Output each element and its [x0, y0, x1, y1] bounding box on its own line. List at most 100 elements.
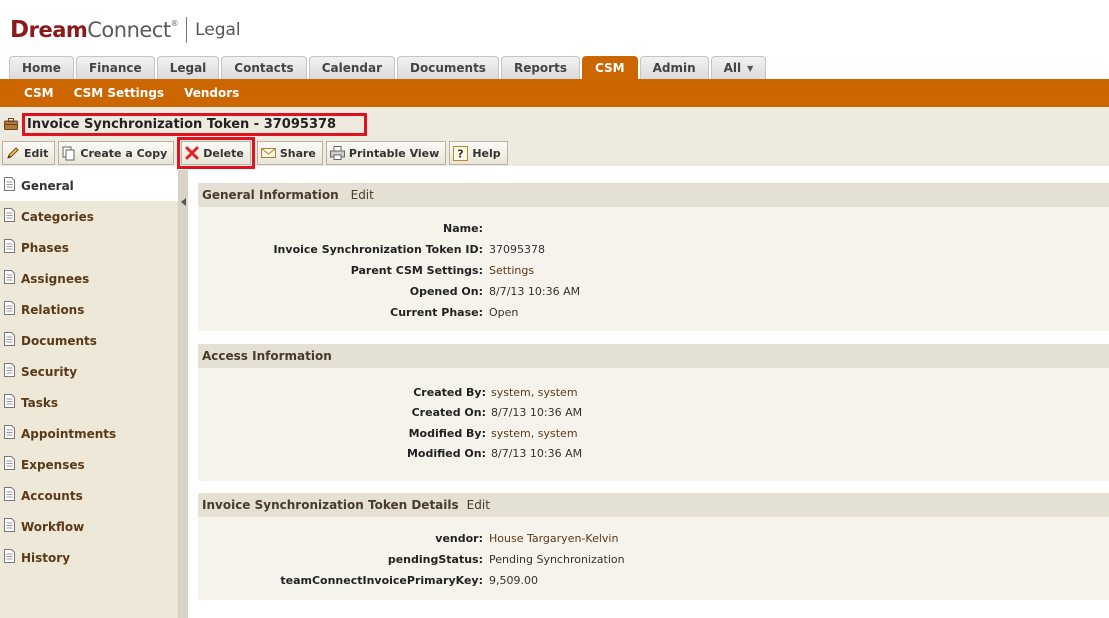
document-icon: [4, 456, 15, 473]
section-header: Access Information: [198, 344, 1109, 368]
field-value: Open: [489, 306, 519, 319]
sidebar-item-workflow[interactable]: Workflow: [0, 511, 178, 542]
logo-product-name: Legal: [195, 20, 241, 40]
delete-x-icon: [185, 146, 199, 160]
printable-view-button[interactable]: Printable View: [325, 141, 447, 165]
sidebar-item-security[interactable]: Security: [0, 356, 178, 387]
created-by-link[interactable]: system, system: [491, 386, 578, 399]
printer-icon: [329, 146, 345, 160]
document-icon: [4, 270, 15, 287]
chevron-down-icon: ▼: [747, 63, 754, 73]
help-icon: ?: [453, 145, 469, 161]
field-label: Name:: [443, 222, 483, 235]
document-icon: [4, 301, 15, 318]
field-value: 8/7/13 10:36 AM: [491, 406, 583, 419]
access-information-section: Access Information Created By: system, s…: [198, 344, 1109, 481]
sidebar-item-documents[interactable]: Documents: [0, 325, 178, 356]
tab-home[interactable]: Home: [9, 56, 74, 79]
sub-navigation: CSM CSM Settings Vendors: [0, 79, 1109, 107]
delete-button[interactable]: Delete: [177, 137, 255, 169]
details-edit-link[interactable]: Edit: [467, 498, 490, 512]
sidebar-item-general[interactable]: General: [0, 170, 178, 201]
sidebar-collapse-handle[interactable]: [179, 170, 188, 618]
tab-finance[interactable]: Finance: [75, 56, 155, 79]
document-icon: [4, 363, 15, 380]
field-label: Created By:: [413, 386, 486, 399]
field-label: vendor:: [435, 532, 483, 545]
record-toolbar: Edit Create a Copy Delete Share Printabl…: [2, 137, 508, 169]
modified-by-link[interactable]: system, system: [491, 427, 578, 440]
tab-calendar[interactable]: Calendar: [308, 56, 396, 79]
sidebar-item-expenses[interactable]: Expenses: [0, 449, 178, 480]
field-label: Opened On:: [409, 285, 483, 298]
tab-documents[interactable]: Documents: [397, 56, 499, 79]
sidebar-item-appointments[interactable]: Appointments: [0, 418, 178, 449]
section-title: Access Information: [202, 349, 332, 363]
parent-csm-settings-link[interactable]: Settings: [489, 264, 534, 277]
logo-divider: [186, 17, 188, 43]
tab-admin[interactable]: Admin: [639, 56, 709, 79]
section-title: Invoice Synchronization Token Details: [202, 498, 459, 512]
document-icon: [4, 425, 15, 442]
field-label: Parent CSM Settings:: [350, 264, 483, 277]
document-icon: [4, 518, 15, 535]
record-title: Invoice Synchronization Token - 37095378: [22, 112, 368, 136]
tab-reports[interactable]: Reports: [500, 56, 580, 79]
sidebar-item-categories[interactable]: Categories: [0, 201, 178, 232]
tab-contacts[interactable]: Contacts: [221, 56, 307, 79]
field-value: 9,509.00: [489, 574, 538, 587]
subnav-csm-settings[interactable]: CSM Settings: [64, 86, 174, 100]
general-information-section: General Information Edit Name: Invoice S…: [198, 183, 1109, 331]
subnav-csm[interactable]: CSM: [14, 86, 64, 100]
main-tabs: Home Finance Legal Contacts Calendar Doc…: [9, 56, 767, 79]
document-icon: [4, 239, 15, 256]
field-label: teamConnectInvoicePrimaryKey:: [280, 574, 483, 587]
svg-text:?: ?: [458, 147, 464, 160]
field-value: 8/7/13 10:36 AM: [489, 285, 581, 298]
field-value: 8/7/13 10:36 AM: [491, 447, 583, 460]
copy-icon: [62, 146, 75, 160]
sidebar-item-tasks[interactable]: Tasks: [0, 387, 178, 418]
envelope-icon: [260, 148, 276, 158]
record-sidebar: General Categories Phases Assignees Rela…: [0, 170, 179, 618]
edit-button[interactable]: Edit: [2, 141, 56, 165]
field-label: Created On:: [411, 406, 486, 419]
tab-all[interactable]: All ▼: [710, 56, 767, 79]
section-title: General Information: [202, 188, 339, 202]
share-button[interactable]: Share: [256, 141, 323, 165]
field-label: Invoice Synchronization Token ID:: [273, 243, 483, 256]
sidebar-item-assignees[interactable]: Assignees: [0, 263, 178, 294]
field-label: Modified On:: [406, 447, 486, 460]
dreamconnect-logo[interactable]: DreamConnect® Legal: [10, 15, 241, 45]
section-header: General Information Edit: [198, 183, 1109, 207]
field-label: pendingStatus:: [387, 553, 483, 566]
pencil-icon: [7, 147, 19, 159]
document-icon: [4, 394, 15, 411]
sidebar-item-history[interactable]: History: [0, 542, 178, 573]
logo-wordmark: DreamConnect®: [10, 17, 179, 43]
document-icon: [4, 177, 15, 194]
field-label: Modified By:: [408, 427, 486, 440]
field-value: Pending Synchronization: [489, 553, 625, 566]
section-header: Invoice Synchronization Token Details Ed…: [198, 493, 1109, 517]
document-icon: [4, 208, 15, 225]
create-copy-button[interactable]: Create a Copy: [58, 141, 175, 165]
collapse-arrow-icon: [181, 198, 186, 206]
sidebar-item-accounts[interactable]: Accounts: [0, 480, 178, 511]
field-value: 37095378: [489, 243, 545, 256]
briefcase-icon: [4, 118, 18, 130]
record-title-row: Invoice Synchronization Token - 37095378: [4, 112, 368, 136]
vendor-link[interactable]: House Targaryen-Kelvin: [489, 532, 618, 545]
document-icon: [4, 487, 15, 504]
tab-legal[interactable]: Legal: [156, 56, 220, 79]
sidebar-item-phases[interactable]: Phases: [0, 232, 178, 263]
tab-csm[interactable]: CSM: [581, 56, 638, 79]
document-icon: [4, 332, 15, 349]
sidebar-item-relations[interactable]: Relations: [0, 294, 178, 325]
general-edit-link[interactable]: Edit: [351, 188, 374, 202]
help-button[interactable]: ? Help: [449, 141, 508, 165]
token-details-section: Invoice Synchronization Token Details Ed…: [198, 493, 1109, 600]
subnav-vendors[interactable]: Vendors: [174, 86, 249, 100]
field-label: Current Phase:: [390, 306, 483, 319]
document-icon: [4, 549, 15, 566]
